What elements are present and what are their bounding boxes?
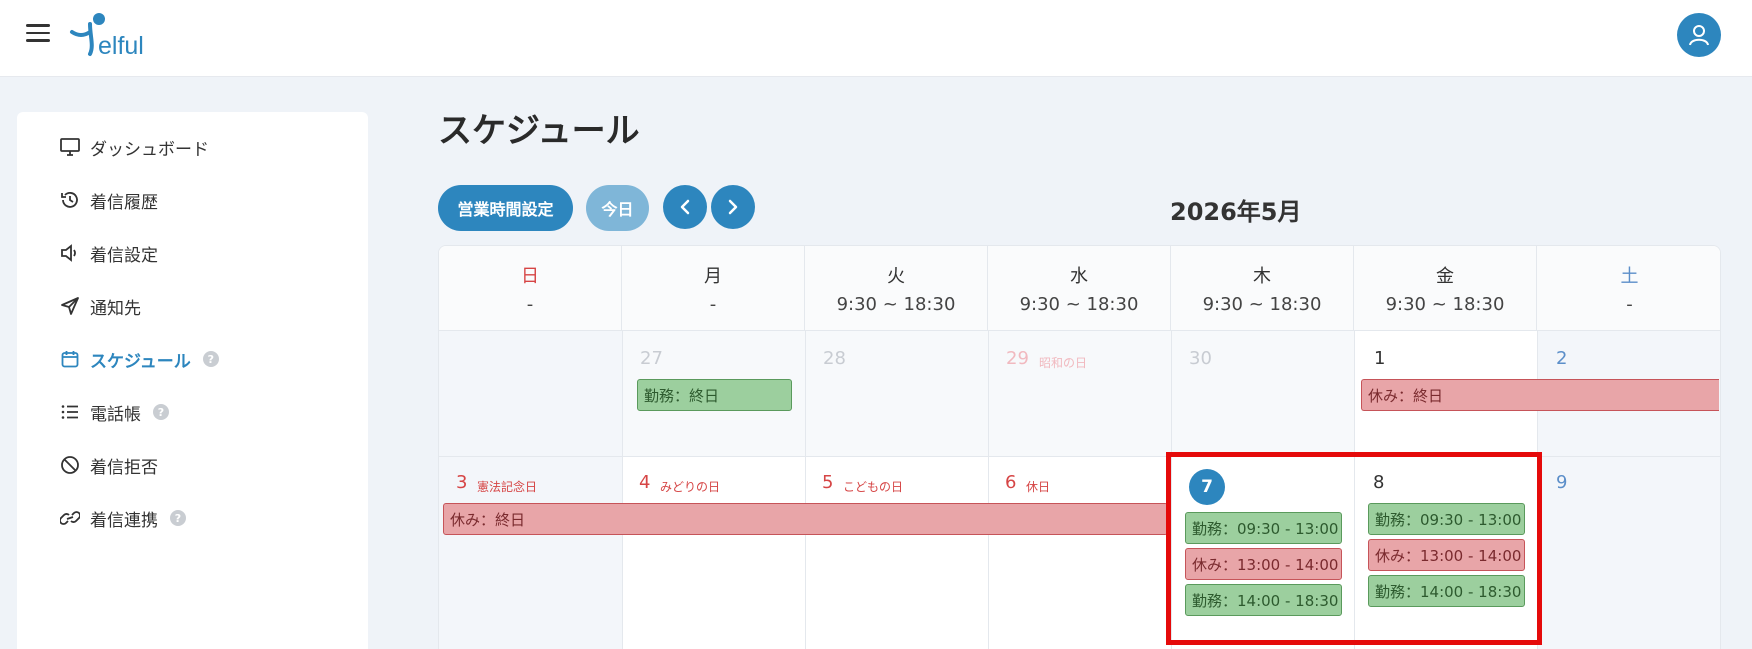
holiday-label: みどりの日	[660, 480, 721, 494]
holiday-label: 憲法記念日	[477, 480, 538, 494]
help-icon[interactable]: ?	[153, 404, 169, 420]
grid-line	[1354, 331, 1355, 649]
sidebar-item-call-history[interactable]: 着信履歴	[59, 185, 158, 215]
date-number: 3	[456, 472, 468, 493]
date-number: 6	[1005, 472, 1017, 493]
date-number: 27	[640, 348, 663, 369]
sidebar-item-label: 着信拒否	[90, 457, 158, 478]
sidebar-item-phonebook[interactable]: 電話帳 ?	[59, 397, 169, 427]
grid-line	[805, 331, 806, 649]
next-month-button[interactable]	[711, 185, 755, 229]
event-work[interactable]: 勤務：14:00 - 18:30	[1185, 584, 1342, 616]
date-number: 8	[1373, 472, 1385, 493]
weekday-hours: -	[709, 294, 717, 315]
weekday-hours: 9:30 ~ 18:30	[836, 294, 956, 315]
date-number: 28	[823, 348, 846, 369]
weekday-label: 土	[1620, 266, 1639, 287]
event-work[interactable]: 勤務：09:30 - 13:00	[1185, 512, 1342, 544]
list-icon	[59, 401, 81, 423]
chevron-right-icon	[728, 199, 738, 215]
sidebar-item-call-block[interactable]: 着信拒否	[59, 450, 158, 480]
month-title: 2026年5月	[1170, 198, 1302, 226]
holiday-label: こどもの日	[843, 480, 904, 494]
logo-text: elful	[98, 32, 144, 60]
chevron-left-icon	[680, 199, 690, 215]
sidebar-item-call-settings[interactable]: 着信設定	[59, 238, 158, 268]
event-rest[interactable]: 休み：13:00 - 14:00	[1368, 539, 1525, 571]
weekday-thu: 木 9:30 ~ 18:30	[1171, 246, 1354, 331]
sidebar: ダッシュボード 着信履歴 着信設定 通知先 スケジュール ? 電話帳 ? 着信拒…	[17, 112, 368, 649]
event-work[interactable]: 勤務：終日	[637, 379, 792, 411]
weekday-sun: 日 -	[439, 246, 622, 331]
event-work[interactable]: 勤務：14:00 - 18:30	[1368, 575, 1525, 607]
weekday-label: 水	[1070, 266, 1088, 287]
grid-line	[1171, 331, 1172, 649]
date-number: 4	[639, 472, 651, 493]
weekday-sat: 土 -	[1537, 246, 1720, 331]
holiday-label: 昭和の日	[1039, 356, 1088, 370]
weekday-fri: 金 9:30 ~ 18:30	[1354, 246, 1537, 331]
user-icon[interactable]	[1677, 13, 1721, 57]
date-number: 9	[1556, 472, 1568, 493]
grid-line	[988, 331, 989, 649]
weekday-label: 月	[704, 266, 722, 287]
block-icon	[59, 454, 81, 476]
help-icon[interactable]: ?	[170, 510, 186, 526]
weekday-hours: 9:30 ~ 18:30	[1385, 294, 1505, 315]
calendar-header: 日 - 月 - 火 9:30 ~ 18:30 水 9:30 ~ 18:30 木 …	[439, 246, 1720, 331]
weekday-hours: -	[526, 294, 534, 315]
app-logo[interactable]: elful	[68, 10, 158, 60]
monitor-icon	[59, 136, 81, 158]
weekday-label: 日	[521, 266, 539, 287]
date-number: 30	[1189, 348, 1212, 369]
top-bar: elful	[0, 0, 1752, 77]
weekday-mon: 月 -	[622, 246, 805, 331]
sidebar-item-label: 着信設定	[90, 245, 158, 266]
holiday-label: 休日	[1026, 480, 1051, 494]
today-button[interactable]: 今日	[586, 185, 649, 231]
sidebar-item-label: 着信履歴	[90, 192, 158, 213]
calendar-icon	[59, 348, 81, 370]
weekday-wed: 水 9:30 ~ 18:30	[988, 246, 1171, 331]
prev-month-button[interactable]	[663, 185, 707, 229]
grid-line	[439, 456, 1720, 457]
weekday-label: 木	[1253, 266, 1271, 287]
event-rest[interactable]: 休み：13:00 - 14:00	[1185, 548, 1342, 580]
weekday-label: 火	[887, 266, 905, 287]
help-icon[interactable]: ?	[202, 351, 219, 367]
date-number: 2	[1556, 348, 1568, 369]
page-title: スケジュール	[438, 111, 640, 151]
weekday-tue: 火 9:30 ~ 18:30	[805, 246, 988, 331]
event-rest[interactable]: 休み：終日	[1361, 379, 1719, 411]
business-hours-button[interactable]: 営業時間設定	[438, 185, 573, 231]
event-work[interactable]: 勤務：09:30 - 13:00	[1368, 503, 1525, 535]
send-icon	[59, 295, 81, 317]
sidebar-item-label: 電話帳	[90, 404, 141, 425]
sidebar-item-label: ダッシュボード	[90, 139, 209, 160]
hamburger-icon[interactable]	[26, 24, 50, 44]
weekday-hours: -	[1626, 294, 1633, 315]
sidebar-item-label: スケジュール	[90, 351, 191, 372]
today-badge: 7	[1189, 469, 1225, 505]
sidebar-item-notifications[interactable]: 通知先	[59, 291, 141, 321]
link-icon	[59, 507, 81, 529]
calendar: 日 - 月 - 火 9:30 ~ 18:30 水 9:30 ~ 18:30 木 …	[438, 245, 1721, 649]
history-icon	[59, 189, 81, 211]
day-cell[interactable]	[439, 331, 622, 456]
sidebar-item-label: 通知先	[90, 298, 141, 319]
grid-line	[622, 331, 623, 649]
sidebar-item-dashboard[interactable]: ダッシュボード	[59, 132, 209, 162]
weekday-label: 金	[1436, 266, 1454, 287]
sidebar-item-call-integration[interactable]: 着信連携 ?	[59, 503, 186, 533]
sidebar-item-label: 着信連携	[90, 510, 158, 531]
weekday-hours: 9:30 ~ 18:30	[1019, 294, 1139, 315]
weekday-hours: 9:30 ~ 18:30	[1202, 294, 1322, 315]
sidebar-item-schedule[interactable]: スケジュール ?	[59, 344, 219, 374]
date-number: 5	[822, 472, 834, 493]
date-number: 29	[1006, 348, 1029, 369]
speaker-icon	[59, 242, 81, 264]
date-number: 1	[1374, 348, 1386, 369]
event-rest[interactable]: 休み：終日	[443, 503, 1168, 535]
